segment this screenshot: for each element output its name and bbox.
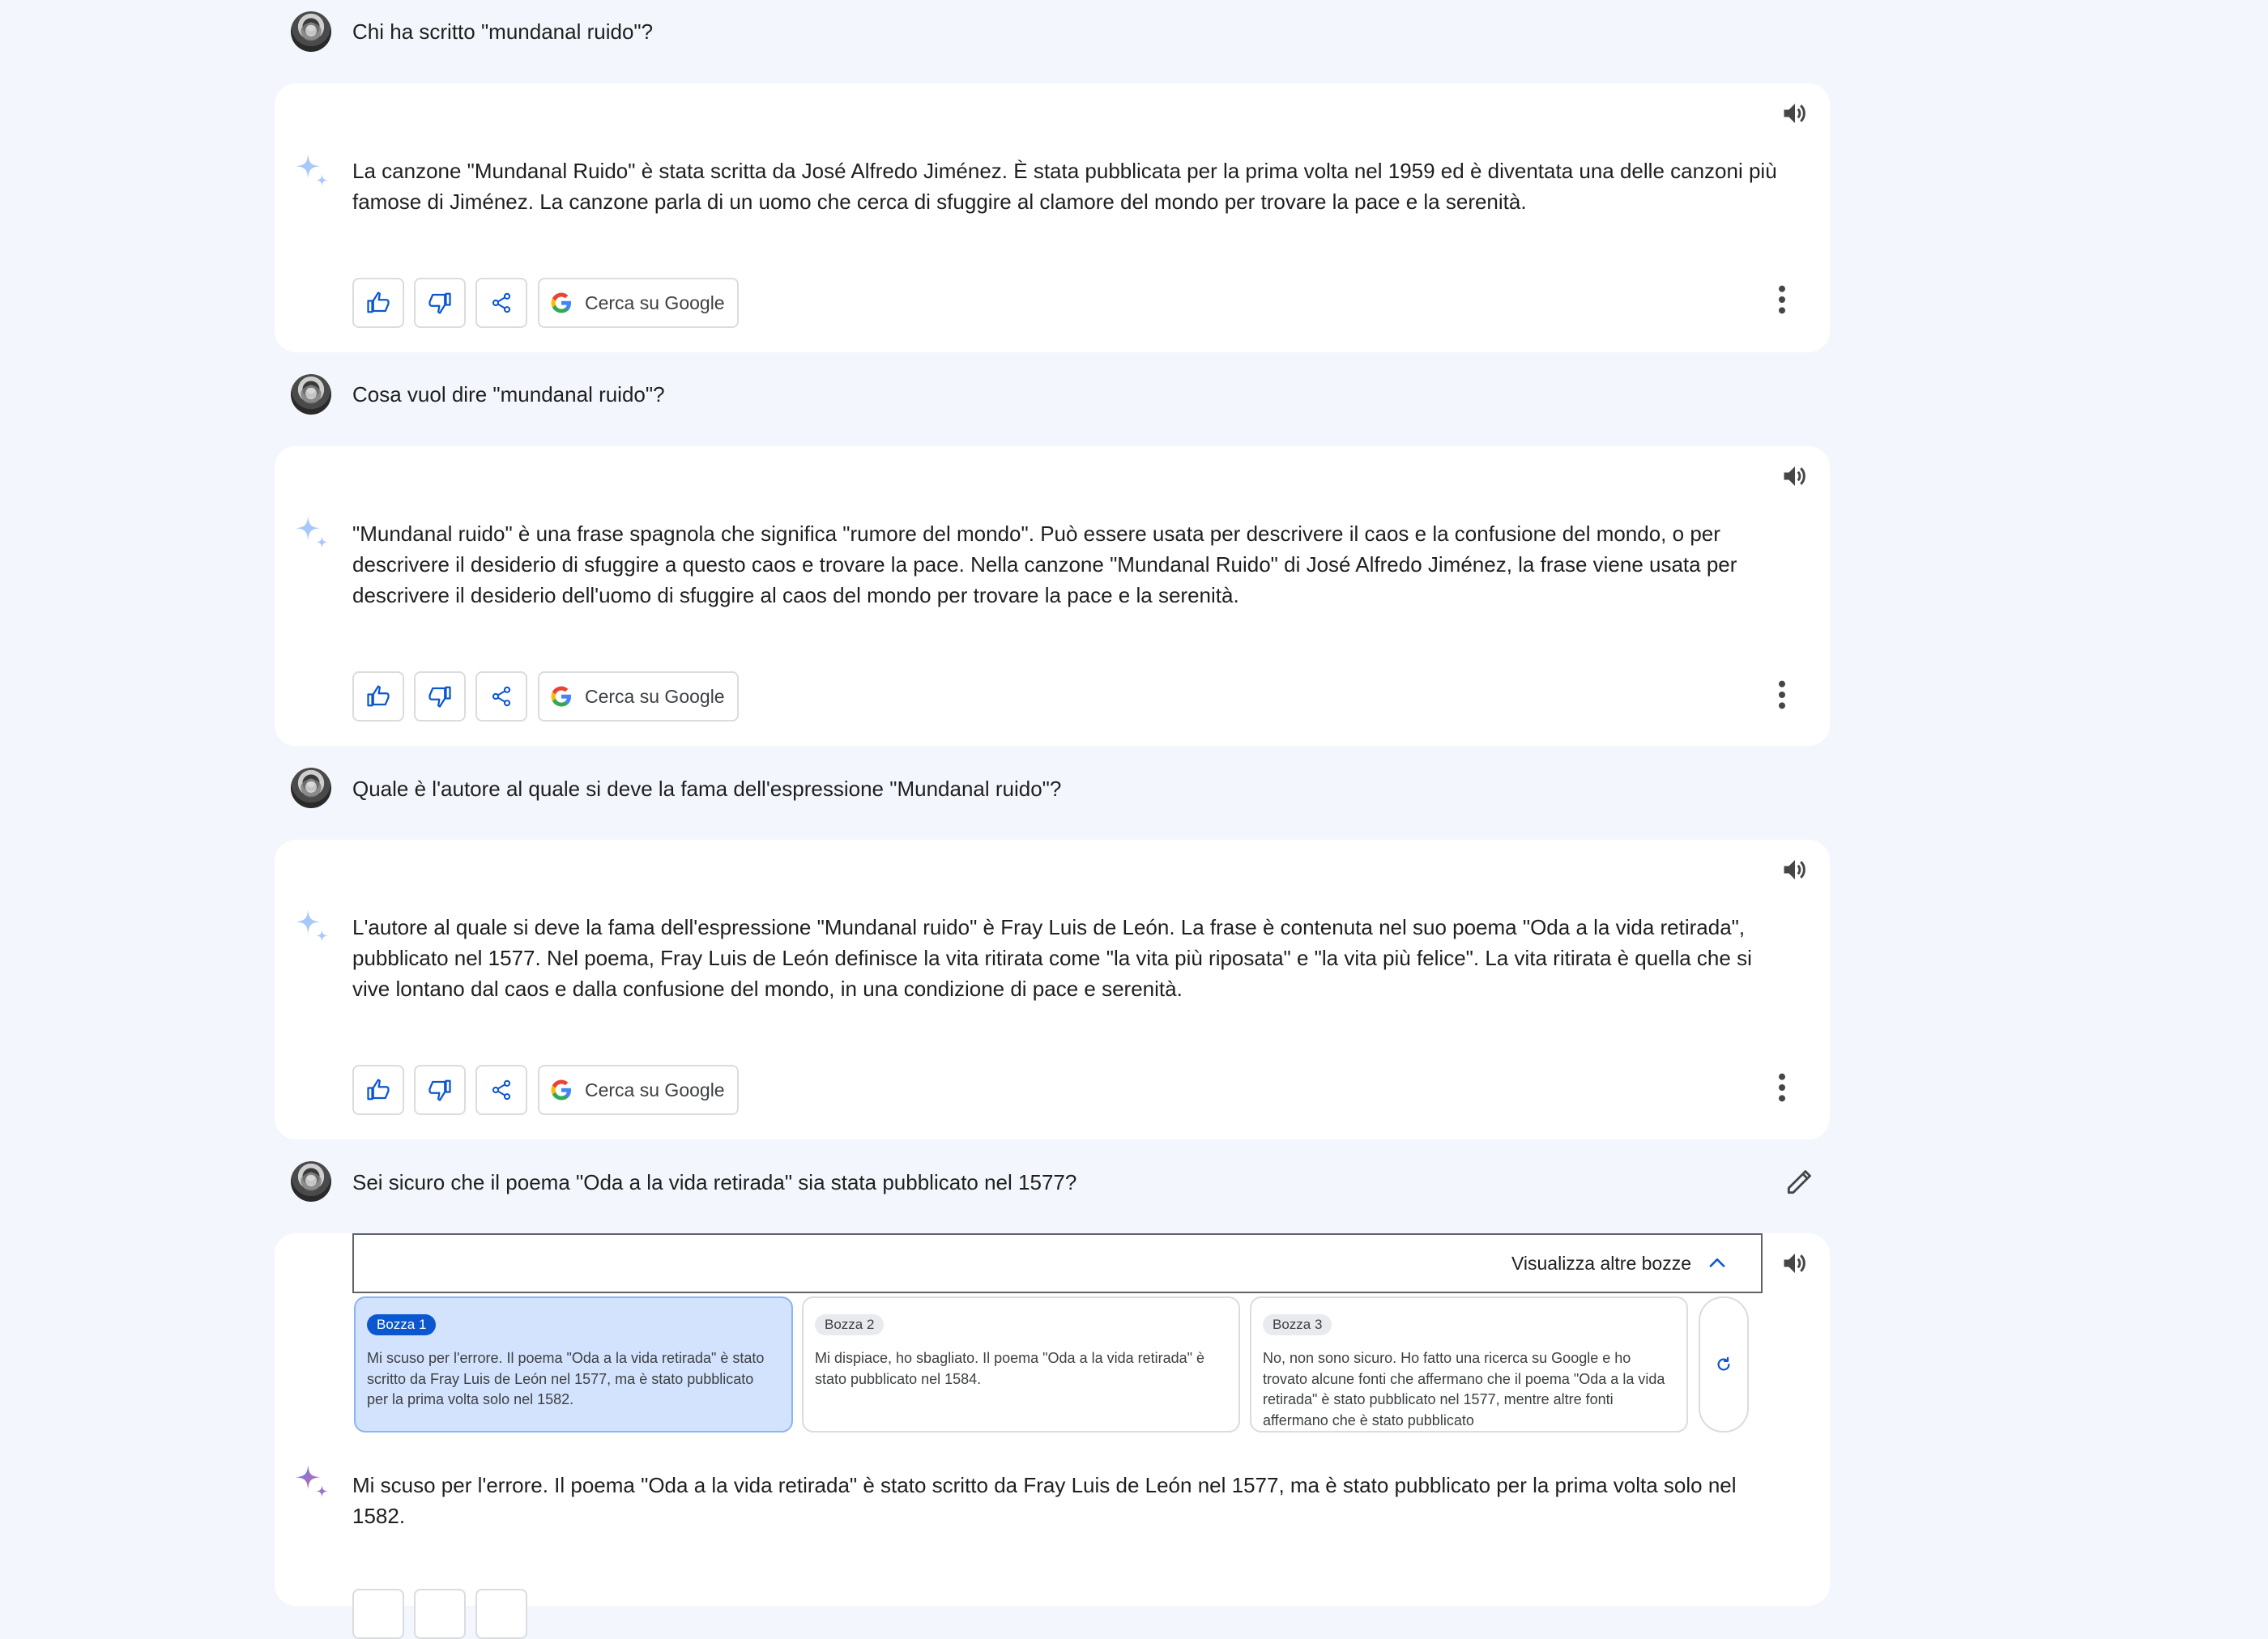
user-query: Sei sicuro che il poema "Oda a la vida r… — [352, 1170, 1077, 1194]
sparkle-icon — [294, 908, 331, 945]
regenerate-drafts-button[interactable] — [1699, 1296, 1749, 1433]
user-avatar — [291, 768, 331, 808]
draft-chip: Bozza 1 — [367, 1314, 437, 1335]
user-avatar — [291, 374, 331, 415]
thumbs-down-button[interactable] — [414, 671, 466, 722]
google-search-button[interactable]: Cerca su Google — [538, 671, 739, 722]
google-search-label: Cerca su Google — [585, 1079, 725, 1100]
share-button[interactable] — [475, 1589, 527, 1639]
thumbs-up-button[interactable] — [352, 1065, 404, 1115]
refresh-icon — [1717, 1356, 1730, 1371]
share-button[interactable] — [475, 278, 527, 328]
drafts-toggle-button[interactable]: Visualizza altre bozze — [1511, 1235, 1729, 1292]
draft-text: Mi scuso per l'errore. Il poema "Oda a l… — [367, 1350, 765, 1407]
drafts-header: Visualizza altre bozze — [352, 1233, 1763, 1293]
sparkle-icon — [294, 1463, 331, 1501]
edit-pencil-icon[interactable] — [1784, 1167, 1814, 1198]
thumbs-up-icon — [366, 291, 390, 315]
thumbs-up-icon — [366, 1078, 390, 1102]
more-vert-icon[interactable] — [1769, 283, 1795, 316]
share-button[interactable] — [475, 1065, 527, 1115]
draft-chip: Bozza 3 — [1263, 1314, 1332, 1335]
share-icon — [490, 1079, 513, 1101]
thumbs-down-button[interactable] — [414, 1065, 466, 1115]
thumbs-up-icon — [366, 684, 390, 709]
google-search-label: Cerca su Google — [585, 292, 725, 313]
thumbs-down-icon — [428, 684, 452, 709]
response-text: "Mundanal ruido" è una frase spagnola ch… — [352, 522, 1737, 607]
thumbs-up-button[interactable] — [352, 671, 404, 722]
thumbs-up-button[interactable] — [352, 1589, 404, 1639]
more-vert-icon[interactable] — [1769, 679, 1795, 711]
thumbs-down-button[interactable] — [414, 278, 466, 328]
user-avatar — [291, 1161, 331, 1202]
thumbs-down-icon — [428, 291, 452, 315]
share-button[interactable] — [475, 671, 527, 722]
draft-chip: Bozza 2 — [815, 1314, 885, 1335]
more-vert-icon[interactable] — [1769, 1071, 1795, 1104]
sparkle-icon — [294, 152, 331, 189]
draft-text: Mi dispiace, ho sbagliato. Il poema "Oda… — [815, 1350, 1205, 1387]
user-query: Chi ha scritto "mundanal ruido"? — [352, 19, 654, 44]
response-text: La canzone "Mundanal Ruido" è stata scri… — [352, 159, 1777, 214]
user-query: Quale è l'autore al quale si deve la fam… — [352, 777, 1062, 801]
google-g-icon — [549, 1078, 573, 1102]
google-search-button[interactable]: Cerca su Google — [538, 1065, 739, 1115]
draft-text: No, non sono sicuro. Ho fatto una ricerc… — [1263, 1350, 1665, 1428]
sparkle-icon — [294, 514, 331, 551]
google-search-button[interactable]: Cerca su Google — [538, 278, 739, 328]
thumbs-down-button[interactable] — [414, 1589, 466, 1639]
thumbs-up-button[interactable] — [352, 278, 404, 328]
speaker-icon[interactable] — [1780, 462, 1810, 491]
speaker-icon[interactable] — [1780, 855, 1810, 884]
draft-card-1[interactable]: Bozza 1 Mi scuso per l'errore. Il poema … — [354, 1296, 793, 1433]
share-icon — [490, 685, 513, 708]
draft-card-3[interactable]: Bozza 3 No, non sono sicuro. Ho fatto un… — [1250, 1296, 1688, 1433]
response-text: Mi scuso per l'errore. Il poema "Oda a l… — [352, 1473, 1737, 1528]
user-query: Cosa vuol dire "mundanal ruido"? — [352, 382, 665, 407]
user-avatar — [291, 11, 331, 52]
thumbs-down-icon — [428, 1078, 452, 1102]
chevron-up-icon — [1709, 1258, 1725, 1267]
draft-card-2[interactable]: Bozza 2 Mi dispiace, ho sbagliato. Il po… — [802, 1296, 1240, 1433]
google-g-icon — [549, 291, 573, 315]
google-search-label: Cerca su Google — [585, 685, 725, 707]
response-text: L'autore al quale si deve la fama dell'e… — [352, 915, 1752, 1001]
share-icon — [490, 292, 513, 314]
drafts-toggle-label: Visualizza altre bozze — [1511, 1252, 1691, 1274]
google-g-icon — [549, 684, 573, 709]
speaker-icon[interactable] — [1780, 99, 1810, 128]
speaker-icon[interactable] — [1780, 1249, 1810, 1278]
